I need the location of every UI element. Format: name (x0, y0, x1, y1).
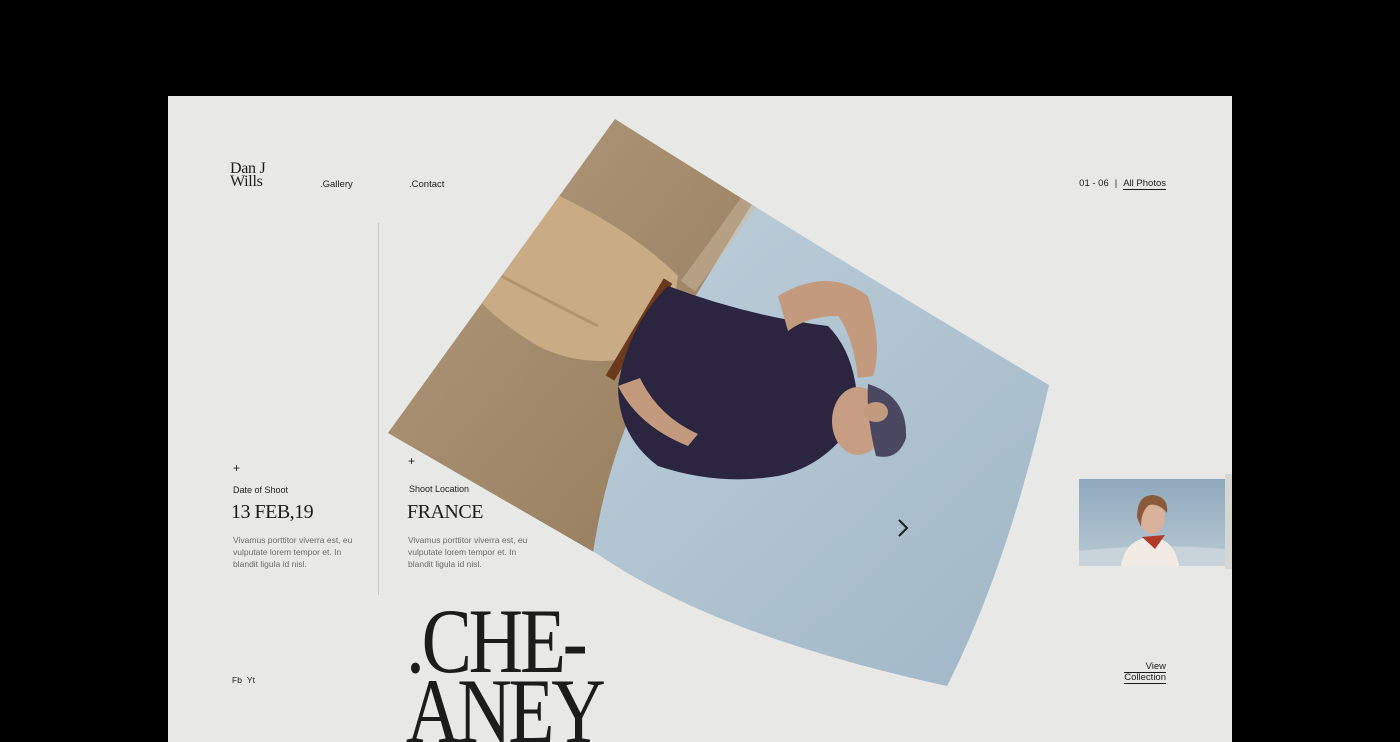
plus-icon: + (233, 461, 241, 475)
all-photos-link[interactable]: All Photos (1123, 178, 1166, 190)
social-links: Fb Yt (232, 675, 260, 685)
next-photo-thumbnail[interactable] (1079, 479, 1225, 566)
facebook-link[interactable]: Fb (232, 675, 242, 685)
thumbnail-edge (1225, 474, 1232, 569)
youtube-link[interactable]: Yt (247, 675, 255, 685)
view-collection-line-2: Collection (1124, 672, 1166, 684)
counter-separator: | (1114, 178, 1118, 189)
title-line-2: ANEY (406, 660, 606, 742)
photo-counter: 01 - 06 | All Photos (1079, 178, 1166, 190)
column-divider (378, 223, 379, 595)
photo-range: 01 - 06 (1079, 178, 1109, 189)
plus-icon: + (408, 454, 416, 468)
date-of-shoot-label: Date of Shoot (233, 485, 289, 495)
brand-line-2: Wills (230, 173, 263, 190)
chevron-right-icon[interactable] (895, 517, 911, 539)
page-canvas: Dan J Wills .Gallery .Contact 01 - 06 | Al… (168, 96, 1232, 742)
shoot-location-label: Shoot Location (409, 484, 470, 494)
view-collection-link[interactable]: View Collection (1124, 662, 1166, 684)
shoot-location-value: FRANCE (407, 501, 483, 523)
shoot-location-description: Vivamus porttitor viverra est, eu vulput… (408, 535, 528, 569)
brand-logo[interactable]: Dan J Wills (230, 161, 266, 190)
collection-title: .CHE- ANEY (406, 595, 606, 742)
date-of-shoot-value: 13 FEB,19 (231, 501, 314, 523)
date-of-shoot-description: Vivamus porttitor viverra est, eu vulput… (233, 535, 353, 569)
nav-gallery-link[interactable]: .Gallery (320, 179, 353, 190)
